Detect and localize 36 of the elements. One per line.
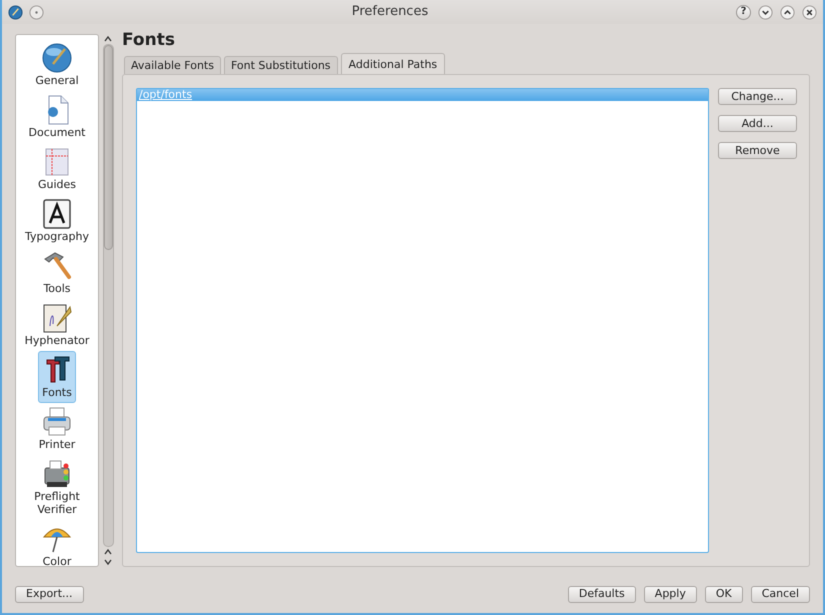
tab[interactable]: Additional Paths	[340, 53, 446, 74]
quill-pen-icon	[41, 302, 73, 334]
printer-icon	[41, 406, 73, 438]
dialog-button[interactable]: Defaults	[568, 586, 636, 602]
letter-a-icon	[41, 198, 73, 230]
sidebar-item[interactable]: Guides	[22, 143, 92, 195]
minimize-icon[interactable]	[758, 4, 773, 20]
app-icon[interactable]	[8, 4, 23, 20]
scroll-down-icon[interactable]	[103, 557, 113, 567]
sidebar-item[interactable]: Preflight Verifier	[22, 455, 92, 520]
help-button[interactable]: ?	[736, 4, 751, 20]
scrollbar-thumb[interactable]	[104, 45, 112, 250]
tab[interactable]: Font Substitutions	[224, 56, 338, 74]
tab[interactable]: Available Fonts	[124, 56, 221, 74]
close-icon[interactable]	[802, 4, 817, 20]
globe-icon	[41, 42, 73, 74]
export-button[interactable]: Export...	[15, 586, 84, 602]
path-button[interactable]: Remove	[718, 142, 797, 159]
page-title: Fonts	[122, 29, 176, 51]
sidebar-item[interactable]: Typography	[22, 195, 92, 247]
sidebar-item[interactable]: General	[22, 39, 92, 91]
window-title: Preferences	[350, 3, 430, 22]
sidebar-item[interactable]: Printer	[22, 403, 92, 455]
sidebar-item[interactable]: Tools	[22, 247, 92, 299]
path-button[interactable]: Change...	[718, 88, 797, 105]
path-button[interactable]: Add...	[718, 115, 797, 132]
dialog-button[interactable]: Cancel	[750, 586, 810, 602]
sidebar-item[interactable]: Document	[22, 91, 92, 143]
maximize-icon[interactable]	[780, 4, 795, 20]
sidebar-item[interactable]: Hyphenator	[22, 299, 92, 351]
sidebar-item[interactable]: Color	[22, 520, 92, 566]
sidebar-item[interactable]: Fonts	[38, 351, 76, 403]
dialog-button[interactable]: Apply	[644, 586, 697, 602]
scroll-up-icon[interactable]	[103, 34, 113, 44]
dialog-button[interactable]: OK	[704, 586, 743, 602]
scroll-up-icon[interactable]	[103, 547, 113, 557]
